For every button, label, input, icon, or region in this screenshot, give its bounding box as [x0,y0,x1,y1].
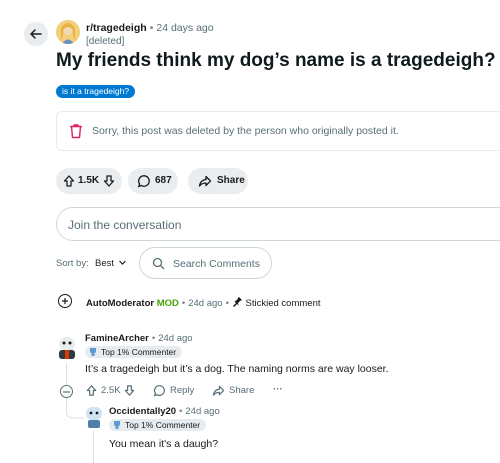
share-button[interactable]: Share [188,168,248,194]
reply-label: Reply [170,385,195,396]
stickied-label: Stickied comment [245,298,321,309]
comment-meta: FamineArcher • 24d ago [85,333,193,344]
vote-count: 1.5K [78,175,100,186]
share-label: Share [217,175,245,186]
top-commenter-badge: Top 1% Commenter [109,419,207,431]
post-author: [deleted] [86,36,125,47]
comment-upvote-button[interactable] [85,384,98,397]
minus-icon [63,391,70,393]
trash-icon [70,124,82,139]
chevron-down-icon[interactable] [118,258,127,267]
post-header: r/tragedeigh • 24 days ago [deleted] [24,18,494,52]
comment-share-button[interactable]: Share [212,384,254,397]
trophy-icon [90,348,96,356]
top-commenter-badge: Top 1% Commenter [85,346,183,358]
downvote-button[interactable] [102,174,116,191]
collapse-button[interactable] [60,385,73,398]
post-title: My friends think my dog’s name is a trag… [56,50,496,71]
sort-label: Sort by: [56,258,89,269]
thread-branch [66,408,84,419]
automod-name[interactable]: AutoModerator [86,298,154,309]
subreddit-line: r/tragedeigh • 24 days ago [86,22,214,34]
comment-time: 24d ago [158,333,193,344]
avatar[interactable] [55,333,79,361]
arrow-up-icon [63,175,75,187]
post-time: 24 days ago [156,22,214,34]
subreddit-name[interactable]: r/tragedeigh [86,22,147,34]
search-comments-input[interactable]: Search Comments [139,247,272,279]
arrow-left-icon [30,29,42,39]
arrow-down-icon [103,175,115,187]
trophy-icon [114,421,120,429]
comment-author[interactable]: Occidentally20 [109,406,176,417]
more-options-button[interactable]: ··· [273,384,283,395]
upvote-button[interactable] [62,174,76,191]
vote-pill: 1.5K [56,168,122,194]
comment-meta: Occidentally20 • 24d ago [109,406,220,417]
reply-button[interactable]: Reply [153,384,194,397]
thread-line[interactable] [93,431,94,463]
search-placeholder: Search Comments [173,258,260,270]
comment-author[interactable]: FamineArcher [85,333,149,344]
comment-downvote-button[interactable] [123,384,136,397]
speech-bubble-icon [153,385,165,397]
arrow-down-icon [124,385,135,396]
comments-button[interactable]: 687 [128,168,178,194]
automod-line: AutoModerator MOD • 24d ago • Stickied comm… [86,297,321,309]
comment-body: You mean it's a daugh? [109,438,219,450]
pin-icon [232,297,242,307]
comment-time: 24d ago [185,406,220,417]
automod-time: 24d ago [188,298,223,309]
sort-dropdown[interactable]: Best [95,258,114,269]
badge-label: Top 1% Commenter [125,420,201,430]
post-flair[interactable]: is it a tragedeigh? [56,85,136,98]
plus-icon [62,298,68,304]
comment-body: It’s a tragedeigh but it’s a dog. The na… [85,363,389,375]
search-icon [152,257,165,270]
speech-bubble-icon [137,175,150,188]
share-label: Share [229,385,255,396]
comment-count: 687 [155,175,172,186]
deleted-message: Sorry, this post was deleted by the pers… [92,125,399,137]
share-arrow-icon [212,385,225,396]
subreddit-avatar[interactable] [56,20,80,44]
back-button[interactable] [24,22,48,46]
share-arrow-icon [198,175,212,187]
automod-comment: AutoModerator MOD • 24d ago • Stickied comm… [58,294,498,310]
arrow-up-icon [86,385,97,396]
avatar[interactable] [84,405,104,429]
comment-vote-count: 2.5K [101,385,121,396]
join-placeholder: Join the conversation [68,218,182,232]
mod-badge: MOD [156,298,179,309]
thread-line[interactable] [66,363,67,385]
expand-button[interactable] [58,294,72,308]
deleted-notice: Sorry, this post was deleted by the pers… [56,111,500,151]
join-conversation-input[interactable]: Join the conversation [56,207,500,241]
badge-label: Top 1% Commenter [101,347,177,357]
